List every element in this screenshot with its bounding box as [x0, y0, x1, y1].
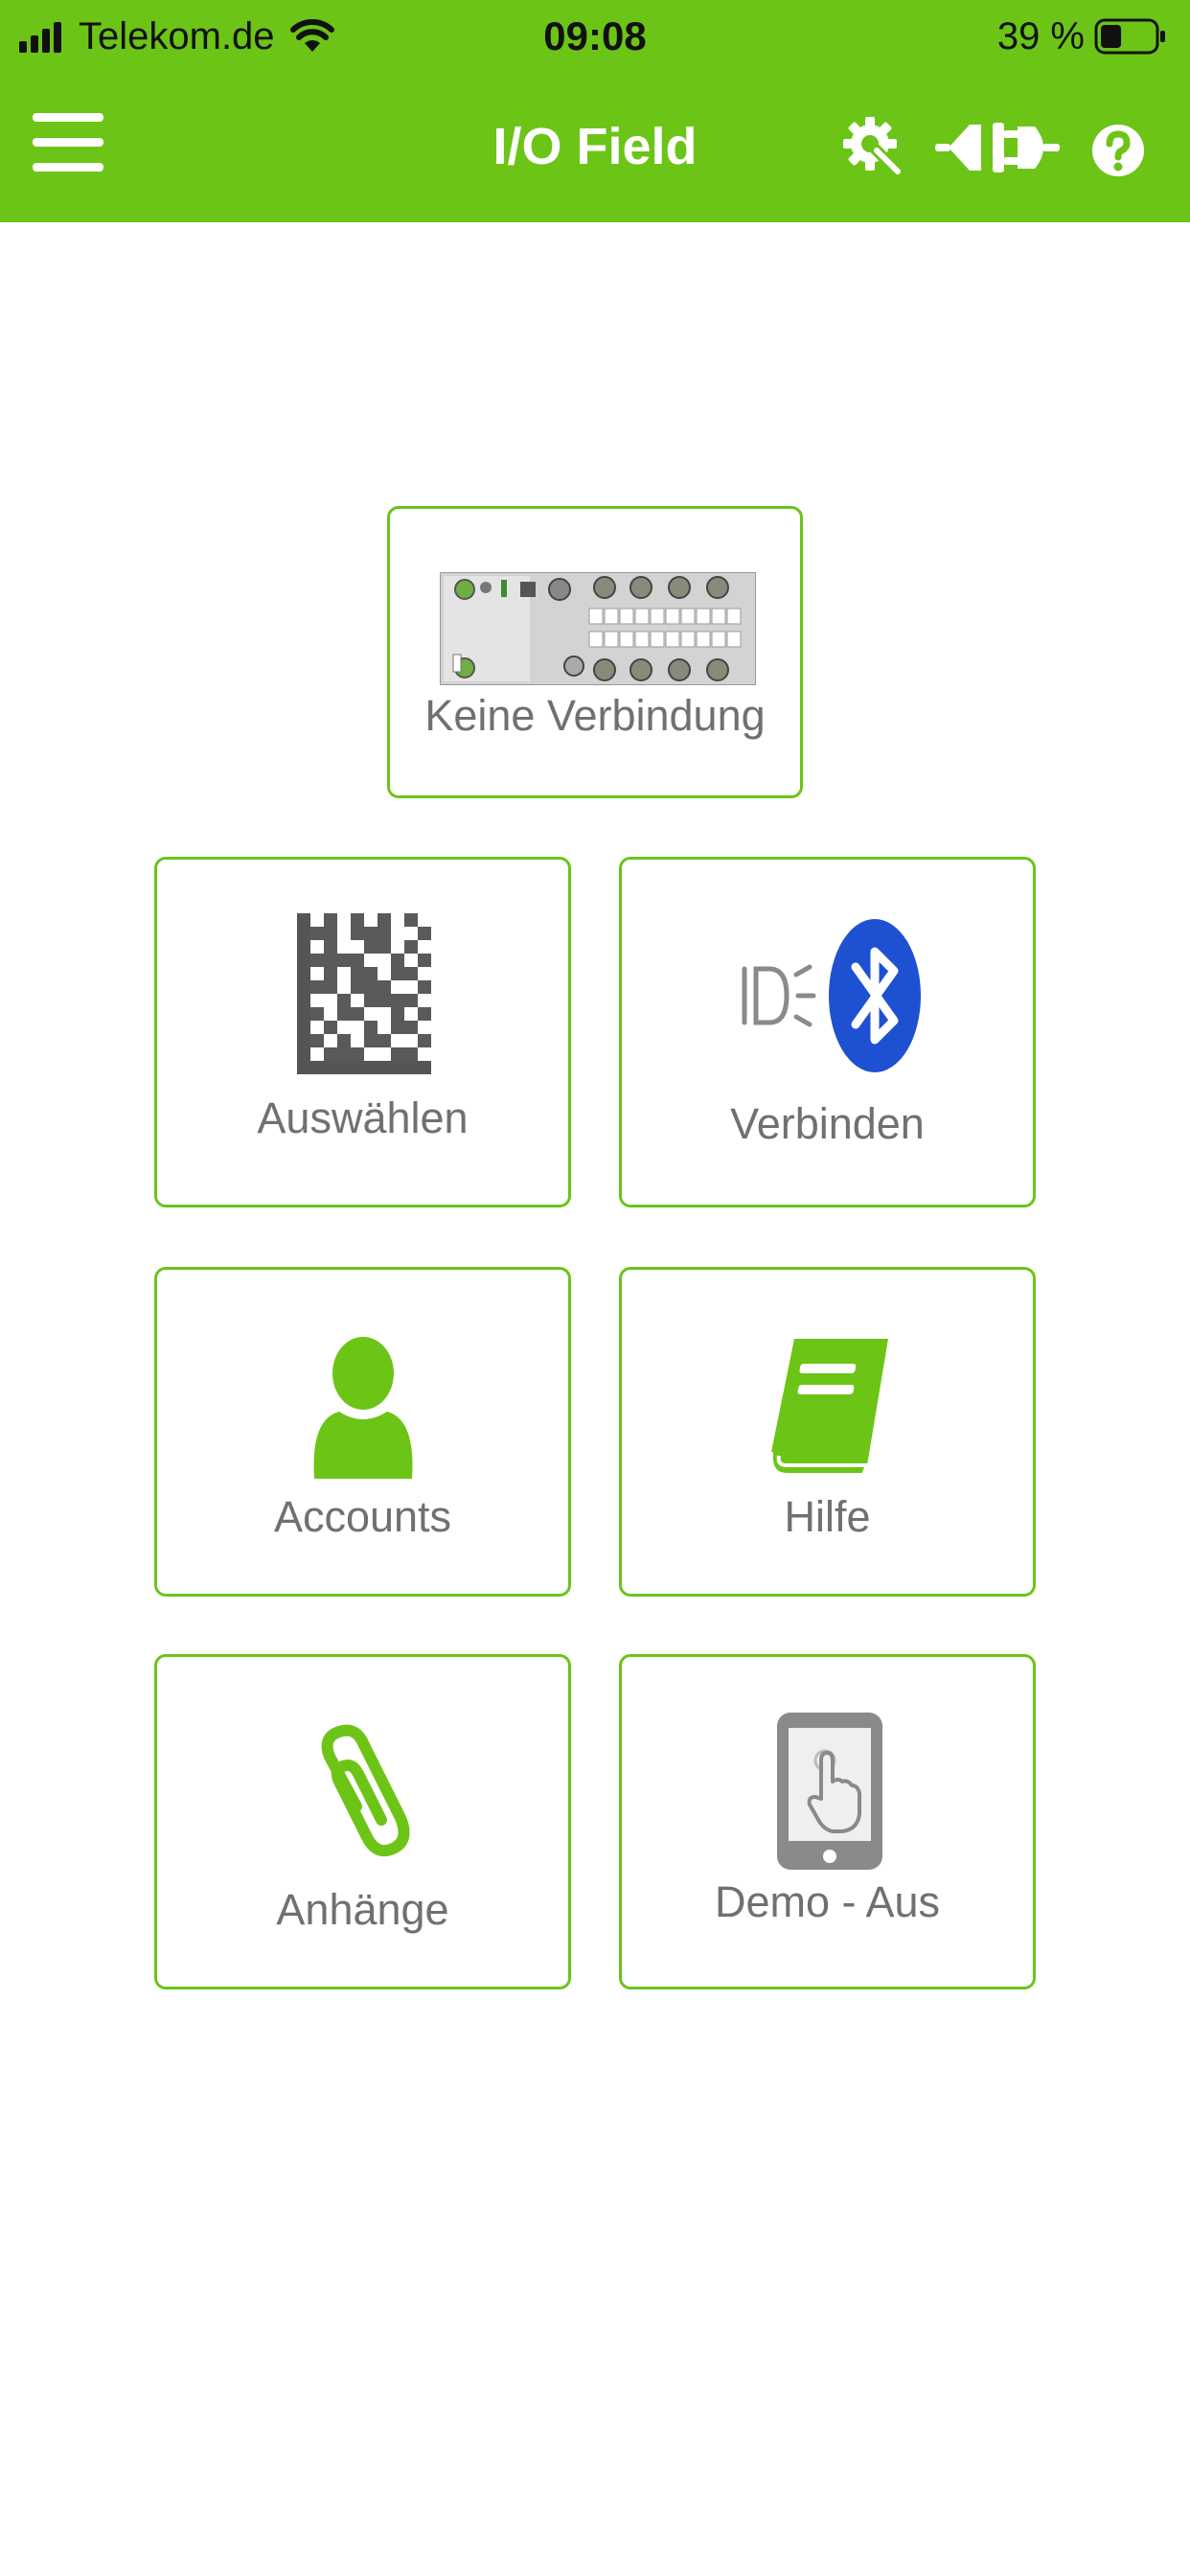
help-label: Hilfe: [784, 1492, 871, 1541]
tablet-touch-icon: [777, 1713, 882, 1870]
paperclip-icon: [321, 1724, 410, 1857]
accounts-tile[interactable]: Accounts: [154, 1267, 571, 1597]
connect-plug-icon: [935, 123, 1060, 172]
user-icon: [313, 1337, 413, 1479]
battery-group: 39 %: [997, 13, 1167, 59]
settings-gear-icon: [843, 117, 904, 178]
bluetooth-icon: [742, 919, 921, 1072]
attachments-label: Anhänge: [276, 1885, 449, 1934]
help-tile[interactable]: Hilfe: [619, 1267, 1036, 1597]
help-button[interactable]: [1090, 123, 1146, 183]
help-icon: [1092, 125, 1144, 176]
io-module-device-image: [440, 572, 756, 685]
connection-button[interactable]: [935, 119, 1060, 181]
book-icon: [768, 1339, 888, 1477]
demo-mode-tile[interactable]: Demo - Aus: [619, 1654, 1036, 1990]
accounts-label: Accounts: [273, 1492, 452, 1541]
battery-percent: 39 %: [996, 14, 1085, 58]
attachments-tile[interactable]: Anhänge: [154, 1654, 571, 1990]
app-bar: I/O Field: [0, 73, 1190, 222]
select-device-tile[interactable]: Auswählen: [154, 857, 571, 1208]
device-status-label: Keine Verbindung: [424, 691, 766, 740]
connect-tile[interactable]: Verbinden: [619, 857, 1036, 1208]
battery-icon: [1094, 18, 1165, 55]
select-device-label: Auswählen: [257, 1093, 469, 1142]
device-status-tile[interactable]: Keine Verbindung: [387, 506, 803, 798]
settings-button[interactable]: [841, 115, 904, 183]
datamatrix-code-icon: [297, 913, 431, 1074]
connect-label: Verbinden: [730, 1099, 925, 1148]
demo-mode-label: Demo - Aus: [714, 1877, 941, 1926]
status-bar: Telekom.de 09:08 39 %: [0, 0, 1190, 73]
